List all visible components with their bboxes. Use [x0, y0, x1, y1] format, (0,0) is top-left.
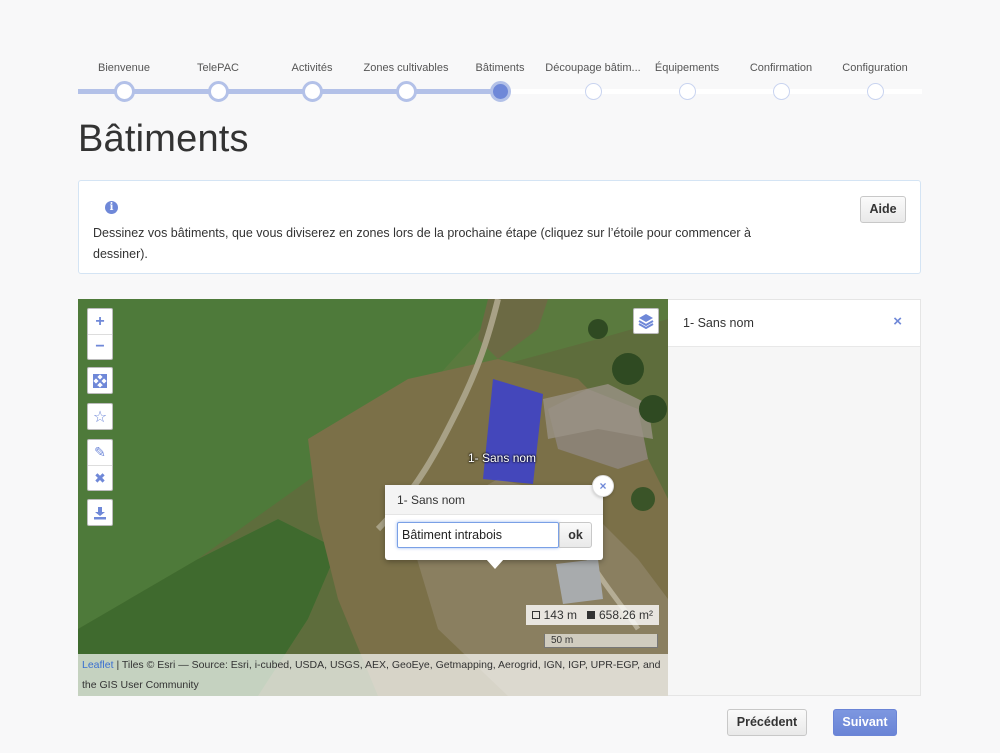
polygon-label: 1- Sans nom [468, 451, 537, 465]
scale-bar: 50 m [544, 634, 658, 648]
step-dot [301, 81, 323, 102]
ok-button[interactable]: ok [559, 522, 592, 548]
edit-button[interactable]: ✎ [88, 440, 112, 465]
info-message: Dessinez vos bâtiments, que vous diviser… [93, 226, 751, 261]
popup-tip [486, 559, 504, 569]
draw-star-control: ☆ [87, 403, 113, 430]
pencil-icon: ✎ [94, 444, 106, 460]
step-dot [207, 81, 229, 102]
info-box: i Dessinez vos bâtiments, que vous divis… [78, 180, 921, 274]
next-button[interactable]: Suivant [833, 709, 897, 736]
step-dot [489, 81, 511, 102]
step-dot [395, 81, 417, 102]
measure-readout: 143 m 658.26 m² [525, 605, 659, 625]
step-dot [772, 83, 790, 100]
zoom-control: + − [87, 308, 113, 360]
zoom-out-button[interactable]: − [88, 334, 112, 359]
info-icon: i [105, 201, 118, 214]
perimeter-icon [531, 611, 540, 619]
step-configuration[interactable]: Configuration [815, 60, 935, 100]
attribution-text: | Tiles © Esri — Source: Esri, i-cubed, … [82, 659, 661, 691]
map-view[interactable]: + − ☆ ✎ ✖ 1- Sans nom 1- Sans nom ok × [78, 299, 668, 696]
close-icon: ✖ [94, 469, 106, 486]
perimeter-value: 143 m [543, 608, 577, 622]
step-dot [113, 81, 135, 102]
previous-button[interactable]: Précédent [727, 709, 807, 736]
page-title: Bâtiments [78, 118, 249, 160]
edit-control: ✎ ✖ [87, 439, 113, 491]
download-button[interactable] [88, 500, 112, 525]
download-control [87, 499, 113, 526]
delete-button[interactable]: ✖ [88, 465, 112, 490]
zoom-in-button[interactable]: + [88, 309, 112, 334]
building-list-panel: 1- Sans nom × [668, 299, 921, 696]
popup-title: 1- Sans nom [385, 485, 603, 515]
step-dot [866, 83, 884, 100]
fullscreen-control [87, 367, 113, 394]
fullscreen-button[interactable] [88, 368, 112, 393]
step-dot [584, 83, 602, 100]
wizard-stepper: Bienvenue TelePAC Activités Zones cultiv… [78, 60, 922, 104]
help-button[interactable]: Aide [860, 196, 906, 223]
star-icon: ☆ [92, 408, 108, 426]
map-attribution: Leaflet | Tiles © Esri — Source: Esri, i… [78, 654, 668, 696]
area-value: 658.26 m² [598, 608, 653, 622]
layers-icon [638, 314, 654, 329]
building-name-input[interactable] [397, 522, 559, 548]
area-icon [586, 611, 595, 619]
step-dot [678, 83, 696, 100]
building-name: 1- Sans nom [683, 316, 754, 330]
expand-icon [93, 373, 107, 388]
layers-button[interactable] [633, 308, 659, 334]
remove-building-icon[interactable]: × [893, 313, 902, 330]
step-label: Configuration [842, 62, 908, 74]
popup-close-icon[interactable]: × [592, 475, 614, 497]
list-item[interactable]: 1- Sans nom × [668, 300, 920, 347]
download-icon [94, 506, 106, 519]
name-popup: 1- Sans nom ok × [385, 475, 614, 569]
draw-star-button[interactable]: ☆ [88, 404, 112, 429]
leaflet-link[interactable]: Leaflet [82, 659, 114, 671]
stepper-track-progress [78, 89, 500, 94]
